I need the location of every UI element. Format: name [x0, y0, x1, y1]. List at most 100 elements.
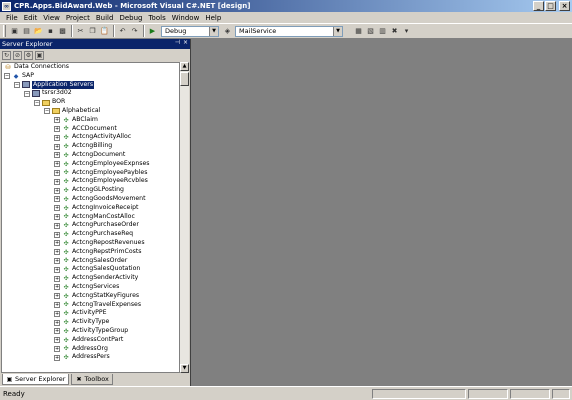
tree-node-business-object[interactable]: + ✣ ActcngManCostAlloc [2, 213, 179, 222]
tree-node-business-object[interactable]: + ✣ AddressPers [2, 353, 179, 362]
maximize-button[interactable]: □ [545, 1, 556, 11]
add-item-icon[interactable]: ▤ [21, 26, 32, 37]
tree-node-business-object[interactable]: + ✣ ActcngActivityAlloc [2, 133, 179, 142]
tree-node-business-object[interactable]: + ✣ ActcngGLPosting [2, 186, 179, 195]
find-combo[interactable]: MailService ▼ [235, 25, 343, 37]
collapse-icon[interactable]: − [14, 81, 20, 88]
undo-icon[interactable]: ↶ [117, 26, 128, 37]
expand-icon[interactable]: + [54, 178, 60, 185]
save-all-icon[interactable]: ▩ [57, 26, 68, 37]
close-button[interactable]: × [559, 1, 570, 11]
tree-node-server[interactable]: − tsrsr3d02 [2, 89, 179, 98]
tree-node-business-object[interactable]: + ✣ ActcngPurchaseReq [2, 230, 179, 239]
paste-icon[interactable]: 📋 [99, 26, 110, 37]
expand-icon[interactable]: + [54, 117, 60, 124]
collapse-icon[interactable]: − [34, 99, 40, 106]
expand-icon[interactable]: + [54, 319, 60, 326]
collapse-icon[interactable]: − [44, 108, 50, 115]
tree-scrollbar[interactable]: ▲ ▼ [180, 62, 189, 373]
minimize-button[interactable]: _ [533, 1, 544, 11]
options-icon[interactable]: ▾ [401, 26, 412, 37]
connect-server-icon[interactable]: ▣ [35, 50, 44, 60]
menu-help[interactable]: Help [202, 14, 224, 22]
copy-icon[interactable]: ❐ [87, 26, 98, 37]
menu-file[interactable]: File [3, 14, 21, 22]
expand-icon[interactable]: + [54, 231, 60, 238]
tree-node-business-object[interactable]: + ✣ ActcngInvoiceReceipt [2, 204, 179, 213]
expand-icon[interactable]: + [54, 169, 60, 176]
expand-icon[interactable]: + [54, 134, 60, 141]
toolbar-grip[interactable] [3, 25, 6, 37]
tree-node-business-object[interactable]: + ✣ ABClaim [2, 116, 179, 125]
tree-node-application-servers[interactable]: − Application Servers [2, 80, 179, 90]
expand-icon[interactable]: + [54, 240, 60, 247]
tree-node-business-object[interactable]: + ✣ ActcngEmployeeExpnses [2, 160, 179, 169]
expand-icon[interactable]: + [54, 301, 60, 308]
expand-icon[interactable]: + [54, 310, 60, 317]
close-icon[interactable]: × [183, 39, 188, 46]
menu-view[interactable]: View [40, 14, 63, 22]
save-icon[interactable]: ▪ [45, 26, 56, 37]
expand-icon[interactable]: + [54, 187, 60, 194]
menu-debug[interactable]: Debug [116, 14, 145, 22]
new-project-icon[interactable]: ▣ [9, 26, 20, 37]
expand-icon[interactable]: + [54, 196, 60, 203]
open-file-icon[interactable]: 📂 [33, 26, 44, 37]
expand-icon[interactable]: + [54, 337, 60, 344]
tree-node-business-object[interactable]: + ✣ ActcngSalesOrder [2, 257, 179, 266]
expand-icon[interactable]: + [54, 143, 60, 150]
cut-icon[interactable]: ✂ [75, 26, 86, 37]
find-icon[interactable]: ◈ [222, 26, 233, 37]
tree-node-business-object[interactable]: + ✣ ActcngRepstPrimCosts [2, 248, 179, 257]
tree-node-alphabetical[interactable]: − Alphabetical [2, 107, 179, 116]
expand-icon[interactable]: + [54, 249, 60, 256]
tree-node-sap[interactable]: − ◆ SAP [2, 72, 179, 81]
expand-icon[interactable]: + [54, 345, 60, 352]
tree-node-data-connections[interactable]: ⛁ Data Connections [2, 63, 179, 72]
tab-server-explorer[interactable]: ▣ Server Explorer [2, 374, 70, 385]
menu-build[interactable]: Build [93, 14, 117, 22]
tree-node-business-object[interactable]: + ✣ AddressContPart [2, 336, 179, 345]
document-workspace[interactable] [190, 39, 572, 386]
tree-node-business-object[interactable]: + ✣ ActcngBilling [2, 142, 179, 151]
expand-icon[interactable]: + [54, 222, 60, 229]
tree-node-business-object[interactable]: + ✣ ActcngEmployeeRcvbles [2, 177, 179, 186]
tree-node-business-object[interactable]: + ✣ ActcngTravelExpenses [2, 301, 179, 310]
tree-node-business-object[interactable]: + ✣ ActcngStatKeyFigures [2, 292, 179, 301]
tree-node-business-object[interactable]: + ✣ ActivityType [2, 318, 179, 327]
tree-node-business-object[interactable]: + ✣ ActcngServices [2, 283, 179, 292]
expand-icon[interactable]: + [54, 152, 60, 159]
redo-icon[interactable]: ↷ [129, 26, 140, 37]
expand-icon[interactable]: + [54, 328, 60, 335]
tree-node-business-object[interactable]: + ✣ ActcngGoodsMovement [2, 195, 179, 204]
tree-node-business-object[interactable]: + ✣ ActcngPurchaseOrder [2, 221, 179, 230]
tree-node-business-object[interactable]: + ✣ ActcngEmployeePaybles [2, 169, 179, 178]
collapse-icon[interactable]: − [4, 73, 10, 80]
solution-explorer-icon[interactable]: ▦ [353, 26, 364, 37]
expand-icon[interactable]: + [54, 284, 60, 291]
tree-node-business-object[interactable]: + ✣ ActcngDocument [2, 151, 179, 160]
stop-icon[interactable]: ⊘ [13, 50, 22, 60]
solution-config-dropdown[interactable]: Debug ▼ [161, 25, 219, 37]
tab-toolbox[interactable]: ✖ Toolbox [71, 374, 113, 385]
expand-icon[interactable]: + [54, 213, 60, 220]
tree-node-bor[interactable]: − BOR [2, 98, 179, 107]
collapse-icon[interactable]: − [24, 90, 30, 97]
menu-edit[interactable]: Edit [21, 14, 41, 22]
expand-icon[interactable]: + [54, 266, 60, 273]
properties-icon[interactable]: ▥ [377, 26, 388, 37]
menu-tools[interactable]: Tools [145, 14, 168, 22]
tree-node-business-object[interactable]: + ✣ ACCDocument [2, 125, 179, 134]
expand-icon[interactable]: + [54, 354, 60, 361]
menu-window[interactable]: Window [169, 14, 203, 22]
menu-project[interactable]: Project [63, 14, 93, 22]
scroll-up-icon[interactable]: ▲ [180, 62, 189, 71]
tree-node-business-object[interactable]: + ✣ AddressOrg [2, 345, 179, 354]
pin-icon[interactable]: ⊣ [175, 39, 180, 46]
tree-node-business-object[interactable]: + ✣ ActcngRepostRevenues [2, 239, 179, 248]
expand-icon[interactable]: + [54, 205, 60, 212]
tree-node-business-object[interactable]: + ✣ ActivityTypeGroup [2, 327, 179, 336]
tree-node-business-object[interactable]: + ✣ ActivityPPE [2, 309, 179, 318]
expand-icon[interactable]: + [54, 275, 60, 282]
expand-icon[interactable]: + [54, 161, 60, 168]
